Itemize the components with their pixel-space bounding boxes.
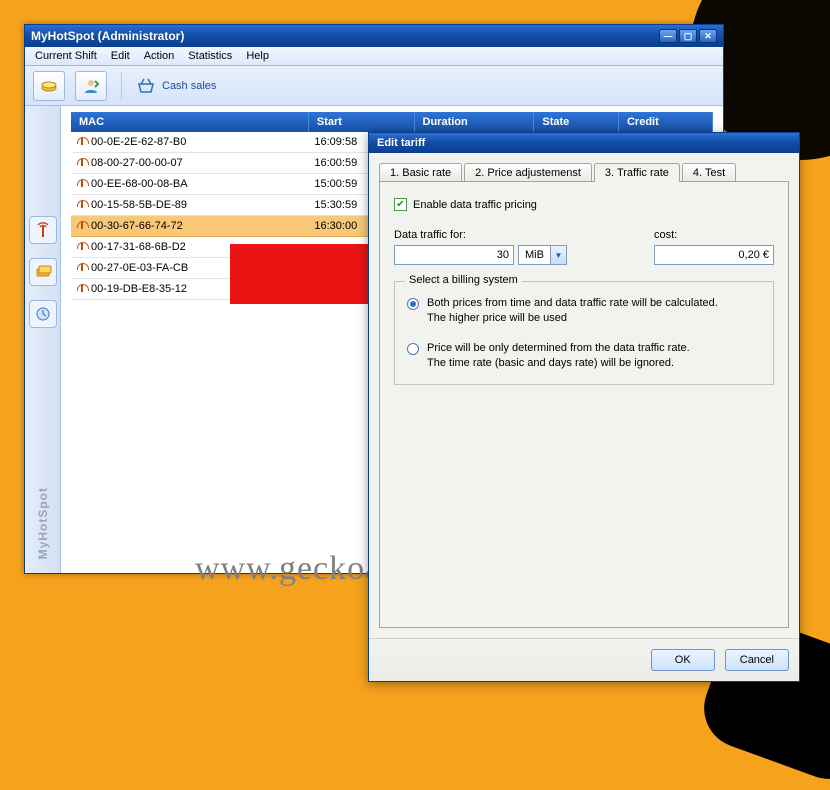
menu-help[interactable]: Help <box>246 50 269 62</box>
tickets-icon <box>34 263 52 281</box>
side-tab-antenna[interactable] <box>29 216 57 244</box>
cell-mac: 00-30-67-66-74-72 <box>71 216 308 237</box>
cell-mac: 08-00-27-00-00-07 <box>71 153 308 174</box>
cost-input[interactable] <box>654 245 774 265</box>
chevron-down-icon: ▼ <box>554 251 562 260</box>
titlebar: MyHotSpot (Administrator) — ▢ ✕ <box>25 25 723 47</box>
cell-mac: 00-EE-68-00-08-BA <box>71 174 308 195</box>
annotation-arrow <box>230 244 390 304</box>
dialog-title: Edit tariff <box>369 133 799 153</box>
billing-radio-both[interactable] <box>407 298 419 310</box>
antenna-icon <box>77 137 87 147</box>
col-state[interactable]: State <box>534 112 619 132</box>
billing-radio-both-line1: Both prices from time and data traffic r… <box>427 297 718 309</box>
menu-action[interactable]: Action <box>144 50 175 62</box>
cash-sales-label: Cash sales <box>162 80 216 92</box>
antenna-icon <box>77 242 87 252</box>
enable-traffic-label: Enable data traffic pricing <box>413 199 537 211</box>
cash-sales-link[interactable]: Cash sales <box>136 77 216 95</box>
basket-icon <box>136 77 156 95</box>
menubar: Current Shift Edit Action Statistics Hel… <box>25 47 723 66</box>
unit-value: MiB <box>518 245 551 265</box>
cancel-button[interactable]: Cancel <box>725 649 789 671</box>
cell-mac: 00-15-58-5B-DE-89 <box>71 195 308 216</box>
toolbar-button-user[interactable] <box>75 71 107 101</box>
billing-radio-both-line2: The higher price will be used <box>427 312 567 324</box>
close-button[interactable]: ✕ <box>699 29 717 43</box>
cost-label: cost: <box>654 229 774 241</box>
data-traffic-input[interactable] <box>394 245 514 265</box>
unit-combo[interactable]: MiB ▼ <box>518 245 567 265</box>
antenna-icon <box>77 284 87 294</box>
toolbar: Cash sales <box>25 66 723 106</box>
antenna-icon <box>77 263 87 273</box>
antenna-icon <box>77 158 87 168</box>
side-tabs: MyHotSpot <box>25 106 61 573</box>
side-tab-tickets[interactable] <box>29 258 57 286</box>
minimize-button[interactable]: — <box>659 29 677 43</box>
menu-edit[interactable]: Edit <box>111 50 130 62</box>
tab-test[interactable]: 4. Test <box>682 163 736 182</box>
col-credit[interactable]: Credit <box>618 112 712 132</box>
billing-radio-data-only-line2: The time rate (basic and days rate) will… <box>427 357 674 369</box>
window-title: MyHotSpot (Administrator) <box>31 29 184 43</box>
side-label: MyHotSpot <box>36 487 50 559</box>
tab-price-adjustements[interactable]: 2. Price adjustemenst <box>464 163 592 182</box>
data-traffic-label: Data traffic for: <box>394 229 567 241</box>
billing-radio-data-only[interactable] <box>407 343 419 355</box>
billing-radio-both-text: Both prices from time and data traffic r… <box>427 296 718 327</box>
dialog-footer: OK Cancel <box>369 638 799 681</box>
toolbar-button-coins[interactable] <box>33 71 65 101</box>
col-duration[interactable]: Duration <box>414 112 534 132</box>
menu-current-shift[interactable]: Current Shift <box>35 50 97 62</box>
clock-icon <box>34 305 52 323</box>
cell-mac: 00-0E-2E-62-87-B0 <box>71 132 308 153</box>
toolbar-separator <box>121 72 122 100</box>
tab-panel-traffic-rate: Enable data traffic pricing Data traffic… <box>379 181 789 628</box>
billing-system-fieldset: Select a billing system Both prices from… <box>394 281 774 385</box>
edit-tariff-dialog: Edit tariff 1. Basic rate 2. Price adjus… <box>368 132 800 682</box>
antenna-icon <box>77 179 87 189</box>
menu-statistics[interactable]: Statistics <box>188 50 232 62</box>
col-mac[interactable]: MAC <box>71 112 308 132</box>
ok-button[interactable]: OK <box>651 649 715 671</box>
col-start[interactable]: Start <box>308 112 414 132</box>
tab-basic-rate[interactable]: 1. Basic rate <box>379 163 462 182</box>
antenna-icon <box>77 221 87 231</box>
billing-legend: Select a billing system <box>405 274 522 286</box>
billing-radio-data-only-text: Price will be only determined from the d… <box>427 341 690 372</box>
maximize-button[interactable]: ▢ <box>679 29 697 43</box>
antenna-icon <box>77 200 87 210</box>
enable-traffic-checkbox[interactable] <box>394 198 407 211</box>
unit-dropdown-button[interactable]: ▼ <box>551 245 567 265</box>
antenna-icon <box>34 221 52 239</box>
tab-traffic-rate[interactable]: 3. Traffic rate <box>594 163 680 182</box>
side-tab-clock[interactable] <box>29 300 57 328</box>
tabstrip: 1. Basic rate 2. Price adjustemenst 3. T… <box>379 163 789 182</box>
billing-radio-data-only-line1: Price will be only determined from the d… <box>427 342 690 354</box>
